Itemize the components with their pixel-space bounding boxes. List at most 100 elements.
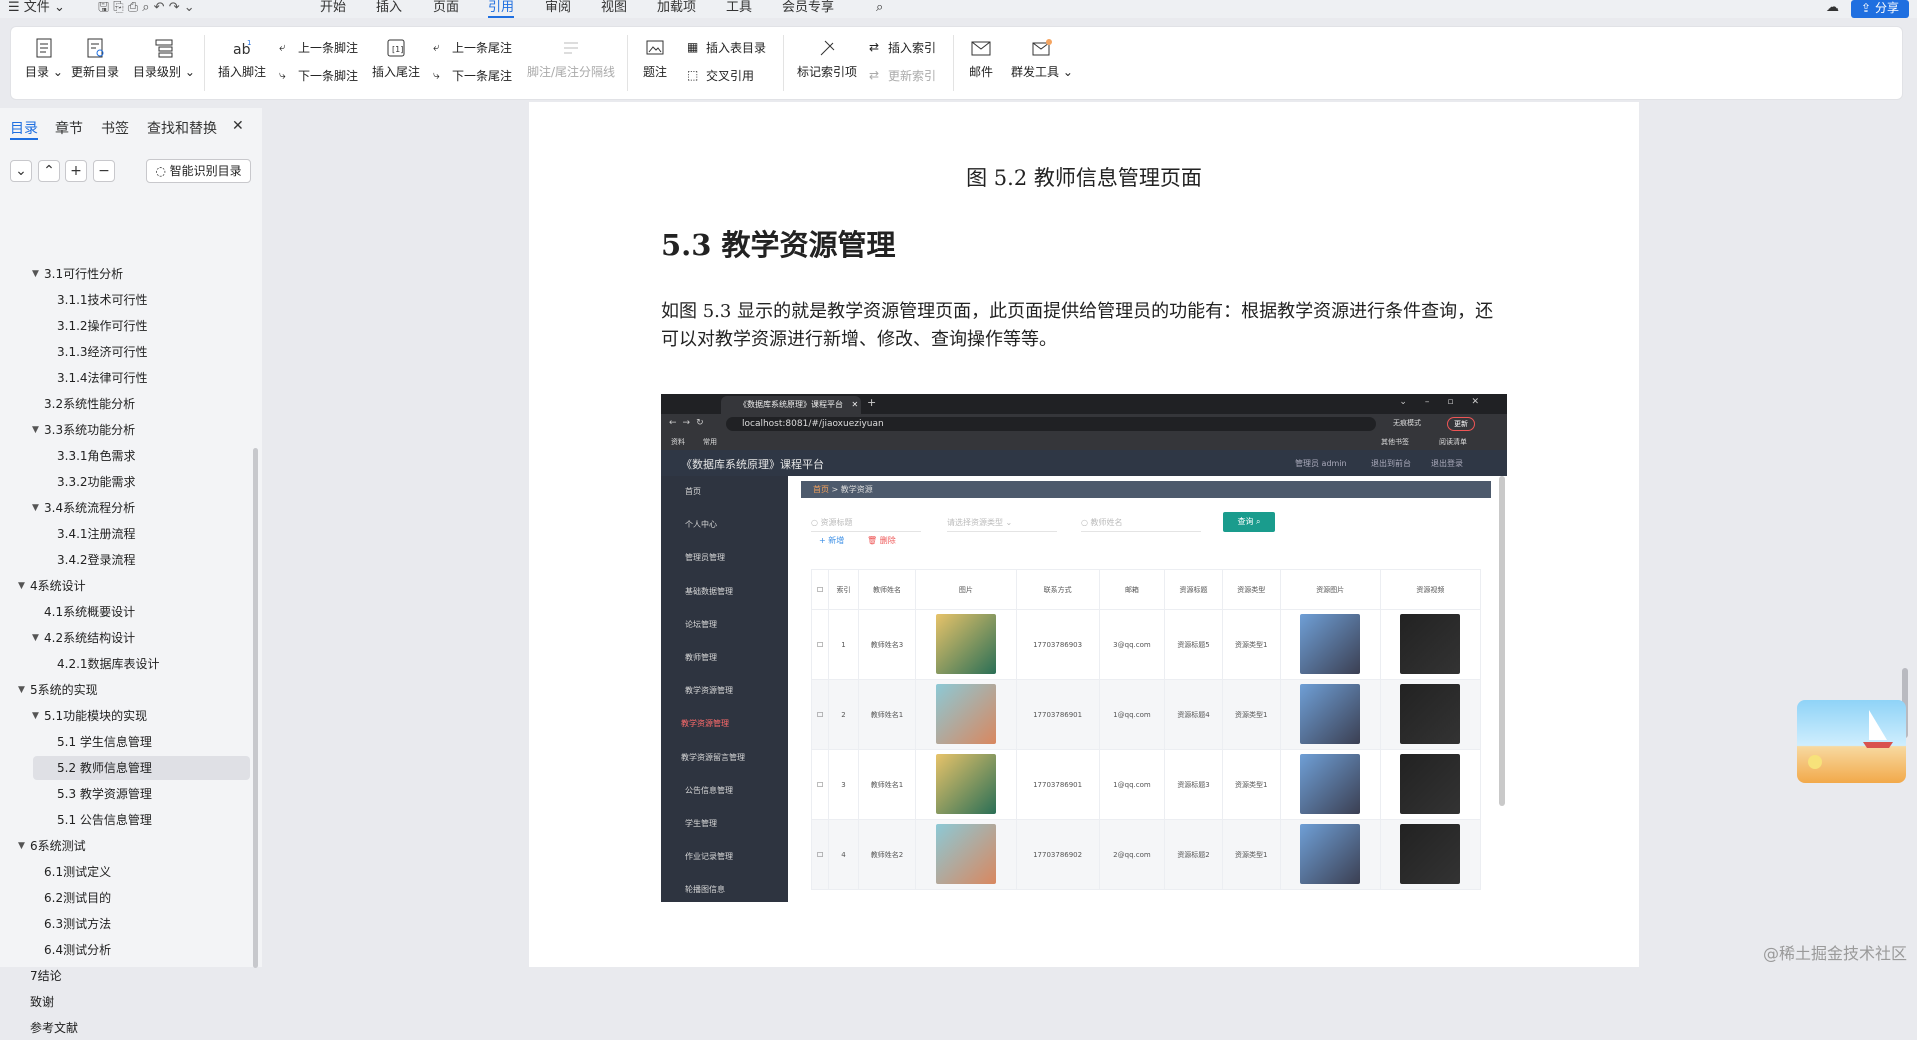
ribbon-divider xyxy=(953,35,954,91)
toc-item[interactable]: 5.1 学生信息管理 xyxy=(0,730,250,754)
insert-index-icon: ⇄ xyxy=(869,40,880,54)
toc-item[interactable]: ▼ 4.2系统结构设计 xyxy=(0,626,250,650)
ai-toc-button[interactable]: ◌ 智能识别目录 xyxy=(146,159,251,183)
insert-footnote-label: 插入脚注 xyxy=(218,65,267,79)
separator-button[interactable]: 脚注/尾注分隔线 xyxy=(527,37,615,80)
insert-footnote-button[interactable]: ab 1 插入脚注 xyxy=(218,37,266,80)
tab-tools[interactable]: 工具 xyxy=(726,0,752,18)
file-menu[interactable]: ☰ 文件 ⌄ xyxy=(8,0,65,18)
search-icon[interactable]: ⌕ xyxy=(876,0,883,18)
cross-ref-button[interactable]: ⬚ 交叉引用 xyxy=(687,67,754,84)
tab-sections[interactable]: 章节 xyxy=(55,118,83,138)
toc-item[interactable]: 3.1.2操作可行性 xyxy=(0,314,250,338)
toc-item-label: 3.1.3经济可行性 xyxy=(57,345,148,359)
table-cell: 17703786901 xyxy=(1015,749,1100,820)
toc-item[interactable]: 4.2.1数据库表设计 xyxy=(0,652,250,676)
toc-item[interactable]: 6.4测试分析 xyxy=(0,938,250,962)
next-footnote-button[interactable]: ⤷ 下一条脚注 xyxy=(279,67,358,84)
floating-ad-widget[interactable] xyxy=(1797,700,1906,783)
tab-start[interactable]: 开始 xyxy=(320,0,346,18)
plus-icon[interactable]: + xyxy=(65,160,87,182)
close-icon[interactable]: ✕ xyxy=(232,118,244,134)
toc-item[interactable]: 3.3.2功能需求 xyxy=(0,470,250,494)
toc-item[interactable]: ▼ 5.1功能模块的实现 xyxy=(0,704,250,728)
toc-item[interactable]: 5.3 教学资源管理 xyxy=(0,782,250,806)
toc-item[interactable]: 5.2 教师信息管理 xyxy=(33,756,250,780)
toc-item[interactable]: ▼ 3.3系统功能分析 xyxy=(0,418,250,442)
toc-item[interactable]: 致谢 xyxy=(0,990,250,1014)
expand-triangle-icon[interactable]: ▼ xyxy=(32,262,39,286)
tab-references[interactable]: 引用 xyxy=(488,0,515,18)
toc-item[interactable]: ▼ 4系统设计 xyxy=(0,574,250,598)
next-endnote-button[interactable]: ⤷ 下一条尾注 xyxy=(433,67,512,84)
update-toc-button[interactable]: 更新目录 xyxy=(71,37,119,80)
tab-find-replace[interactable]: 查找和替换 xyxy=(147,118,217,138)
caption-button[interactable]: 题注 xyxy=(643,37,667,80)
toc-item[interactable]: 5.1 公告信息管理 xyxy=(0,808,250,832)
mark-index-icon xyxy=(820,40,835,56)
toc-level-button[interactable]: 目录级别 ⌄ xyxy=(133,37,195,80)
tab-insert[interactable]: 插入 xyxy=(376,0,402,18)
quick-toolbar-icons[interactable]: 🖫 ⎘ ⎙ ⌕ ↶ ↷ ⌄ xyxy=(98,0,195,18)
tab-addins[interactable]: 加载项 xyxy=(657,0,696,18)
mail-button[interactable]: 邮件 xyxy=(969,37,993,80)
toc-item-label: 3.1.2操作可行性 xyxy=(57,319,148,333)
cloud-icon[interactable]: ☁ xyxy=(1826,0,1839,18)
table-toc-icon: ▦ xyxy=(687,40,699,54)
expand-triangle-icon[interactable]: ▼ xyxy=(18,834,25,858)
sidebar-scrollbar[interactable] xyxy=(253,448,258,968)
insert-table-toc-button[interactable]: ▦ 插入表目录 xyxy=(687,39,766,56)
share-button[interactable]: ⇪ 分享 xyxy=(1851,0,1909,18)
toc-item[interactable]: 3.2系统性能分析 xyxy=(0,392,250,416)
tab-review[interactable]: 审阅 xyxy=(545,0,571,18)
bookmark-bar: 资料 常用 其他书签 阅读清单 xyxy=(661,434,1507,450)
search-teacher-input: ○ 教师姓名 xyxy=(1081,514,1201,532)
toc-item[interactable]: 4.1系统概要设计 xyxy=(0,600,250,624)
tab-member[interactable]: 会员专享 xyxy=(782,0,834,18)
toc-item[interactable]: 3.1.3经济可行性 xyxy=(0,340,250,364)
mass-tools-button[interactable]: 群发工具 ⌄ xyxy=(1011,37,1073,80)
tab-toc[interactable]: 目录 xyxy=(10,118,38,140)
beach-picture xyxy=(1808,710,1893,769)
mark-index-button[interactable]: 标记索引项 xyxy=(797,37,857,80)
toc-item[interactable]: 3.1.1技术可行性 xyxy=(0,288,250,312)
toc-item[interactable]: 7结论 xyxy=(0,964,250,988)
toc-item[interactable]: 3.4.1注册流程 xyxy=(0,522,250,546)
toc-item[interactable]: ▼ 3.1可行性分析 xyxy=(0,262,250,286)
toc-item[interactable]: 3.3.1角色需求 xyxy=(0,444,250,468)
toc-item[interactable]: ▼ 6系统测试 xyxy=(0,834,250,858)
update-index-button[interactable]: ⇄ 更新索引 xyxy=(869,67,936,84)
chevron-down-icon[interactable]: ⌄ xyxy=(10,160,32,182)
toc-item[interactable]: 6.3测试方法 xyxy=(0,912,250,936)
expand-triangle-icon[interactable]: ▼ xyxy=(32,418,39,442)
toc-item-label: 6.3测试方法 xyxy=(44,917,112,931)
toc-item[interactable]: 3.1.4法律可行性 xyxy=(0,366,250,390)
toc-item[interactable]: 3.4.2登录流程 xyxy=(0,548,250,572)
image-cell xyxy=(1379,679,1482,750)
tab-bookmarks[interactable]: 书签 xyxy=(101,118,129,138)
minus-icon[interactable]: − xyxy=(93,160,115,182)
expand-triangle-icon[interactable]: ▼ xyxy=(32,626,39,650)
insert-index-button[interactable]: ⇄ 插入索引 xyxy=(869,39,936,56)
chevron-up-icon[interactable]: ⌃ xyxy=(38,160,60,182)
table-cell: 资源类型1 xyxy=(1221,609,1281,680)
toc-item[interactable]: ▼ 3.4系统流程分析 xyxy=(0,496,250,520)
resource-image xyxy=(935,753,996,814)
toc-item[interactable]: 6.2测试目的 xyxy=(0,886,250,910)
toc-button[interactable]: 目录 ⌄ xyxy=(25,37,63,80)
prev-footnote-button[interactable]: ⤶ 上一条脚注 xyxy=(279,39,358,56)
expand-triangle-icon[interactable]: ▼ xyxy=(18,678,25,702)
toc-item[interactable]: ▼ 5系统的实现 xyxy=(0,678,250,702)
toc-item[interactable]: 6.1测试定义 xyxy=(0,860,250,884)
ribbon-toolbar: 目录 ⌄ 更新目录 目录级别 ⌄ ab 1 插入脚注 ⤶ 上一条脚注 ⤷ 下一条脚注 … xyxy=(10,26,1903,100)
toc-level-icon xyxy=(155,39,173,58)
expand-triangle-icon[interactable]: ▼ xyxy=(32,704,39,728)
expand-triangle-icon[interactable]: ▼ xyxy=(32,496,39,520)
tab-page[interactable]: 页面 xyxy=(433,0,459,18)
prev-endnote-button[interactable]: ⤶ 上一条尾注 xyxy=(433,39,512,56)
tab-view[interactable]: 视图 xyxy=(601,0,627,18)
toc-item[interactable]: 参考文献 xyxy=(0,1016,250,1040)
expand-triangle-icon[interactable]: ▼ xyxy=(18,574,25,598)
toc-item-label: 6.4测试分析 xyxy=(44,943,112,957)
insert-endnote-button[interactable]: [1] 插入尾注 xyxy=(372,37,420,80)
